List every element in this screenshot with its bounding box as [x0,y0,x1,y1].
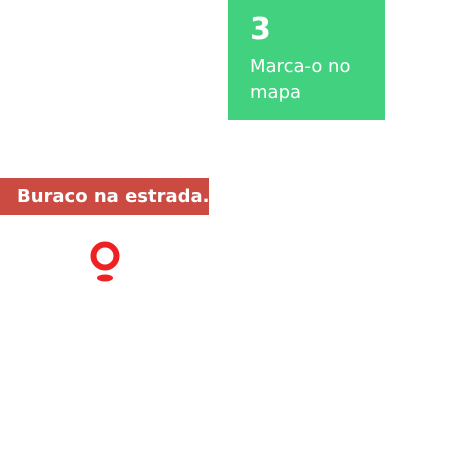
map-pin-shadow [97,274,113,282]
map-pin-icon[interactable] [88,241,122,283]
step-card: 3 Marca-o no mapa [228,0,385,120]
step-instruction: Marca-o no mapa [250,56,351,103]
step-number: 3 [250,12,271,47]
map-pin-ring [90,241,120,271]
report-label: Buraco na estrada. [0,178,210,215]
